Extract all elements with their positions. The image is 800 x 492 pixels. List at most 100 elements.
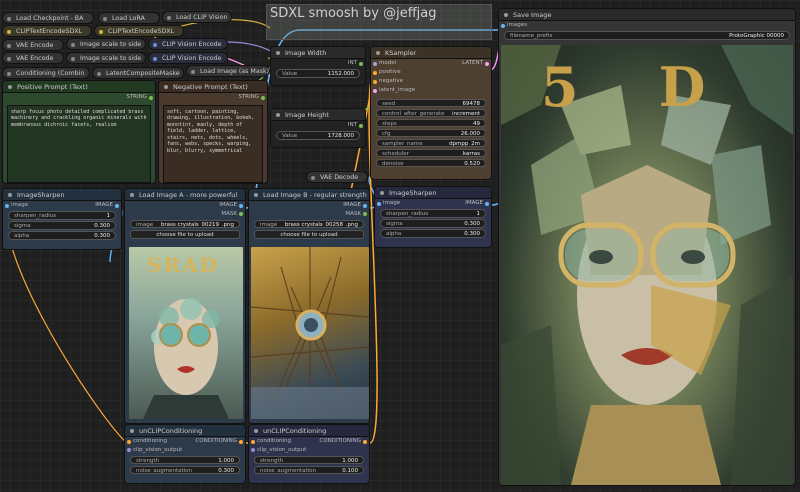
sigma-widget[interactable]: sigma 0.300 bbox=[380, 219, 486, 228]
positive-prompt-node[interactable]: Positive Prompt (Text) STRING sharp focu… bbox=[2, 80, 156, 184]
string-output-label: STRING bbox=[238, 94, 259, 100]
sharpen-radius-widget[interactable]: sharpen_radius 1 bbox=[8, 211, 116, 220]
input-dot[interactable] bbox=[373, 88, 377, 93]
output-label: IMAGE bbox=[343, 202, 361, 208]
widget-value: 0.520 bbox=[464, 160, 480, 167]
input-dot[interactable] bbox=[127, 448, 131, 452]
input-dot[interactable] bbox=[5, 203, 9, 208]
output-dot[interactable] bbox=[239, 439, 243, 444]
load-clip-vision-node[interactable]: Load CLIP Vision bbox=[162, 11, 232, 23]
widget-label: filename_prefix bbox=[510, 33, 553, 39]
unclip-conditioning-node-2[interactable]: unCLIPConditioning conditioning clip_vis… bbox=[248, 424, 370, 484]
image-select-widget[interactable]: image brass crystals_00258_.png bbox=[254, 219, 364, 228]
widget-label: noise_augmentation bbox=[136, 467, 193, 474]
input-label: positive bbox=[379, 69, 401, 75]
clip-vision-encode-node-1[interactable]: CLIP Vision Encode bbox=[148, 38, 228, 50]
save-image-node[interactable]: Save Image images filename_prefix ProtoGr… bbox=[498, 8, 796, 486]
input-dot[interactable] bbox=[501, 23, 505, 28]
input-dot[interactable] bbox=[127, 439, 131, 444]
sigma-widget[interactable]: sigma 0.300 bbox=[8, 221, 116, 230]
image-scale-node-1[interactable]: Image scale to side bbox=[66, 38, 146, 50]
input-dot[interactable] bbox=[377, 201, 381, 206]
image-width-value-widget[interactable]: Value 1152.000 bbox=[276, 69, 360, 78]
clip-text-encode-sdxl-node-1[interactable]: CLIPTextEncodeSDXL bbox=[2, 25, 92, 37]
seed-widget[interactable]: seed 69478 bbox=[376, 98, 486, 107]
widget-value: increment bbox=[452, 110, 480, 117]
output-dot[interactable] bbox=[359, 61, 363, 66]
output-dot[interactable] bbox=[359, 123, 363, 128]
input-dot[interactable] bbox=[373, 79, 377, 84]
sharpen-radius-widget[interactable]: sharpen_radius 1 bbox=[380, 209, 486, 218]
output-dot[interactable] bbox=[239, 212, 243, 216]
output-image-preview[interactable]: 5D bbox=[501, 45, 793, 485]
image-scale-node-2[interactable]: Image scale to side bbox=[66, 52, 146, 64]
clip-text-encode-sdxl-node-2[interactable]: CLIPTextEncodeSDXL bbox=[94, 25, 184, 37]
output-dot[interactable] bbox=[485, 61, 489, 66]
image-width-node[interactable]: Image Width INT Value 1152.000 bbox=[270, 46, 366, 86]
load-image-a-node[interactable]: Load Image A - more powerful IMAGE MASK … bbox=[124, 188, 246, 424]
sampler-name-widget[interactable]: sampler_name dpmpp_2m bbox=[376, 138, 486, 147]
load-checkpoint-node[interactable]: Load Checkpoint - BA bbox=[2, 12, 94, 24]
image-select-widget[interactable]: image brass crystals_00219_.png bbox=[130, 219, 240, 228]
input-dot[interactable] bbox=[373, 61, 377, 66]
vae-encode-node-1[interactable]: VAE Encode bbox=[2, 39, 64, 51]
image-b-preview bbox=[251, 247, 369, 419]
image-sharpen-title: ImageSharpen bbox=[3, 189, 121, 201]
output-dot[interactable] bbox=[261, 95, 265, 100]
output-dot[interactable] bbox=[485, 201, 489, 206]
load-image-b-node[interactable]: Load Image B - regular strength IMAGE MA… bbox=[248, 188, 370, 424]
negative-prompt-node[interactable]: Negative Prompt (Text) STRING soft, cart… bbox=[158, 80, 268, 184]
upload-button[interactable]: choose file to upload bbox=[254, 229, 364, 239]
load-image-b-title: Load Image B - regular strength bbox=[249, 189, 369, 201]
image-height-node[interactable]: Image Height INT Value 1728.000 bbox=[270, 108, 366, 148]
output-dot[interactable] bbox=[115, 203, 119, 208]
conditioning-combine-node[interactable]: Conditioning (Combin bbox=[2, 67, 90, 79]
noise-augmentation-widget[interactable]: noise_augmentation 0.100 bbox=[254, 465, 364, 474]
widget-label: image bbox=[260, 221, 278, 228]
strength-widget[interactable]: strength 1.000 bbox=[254, 455, 364, 464]
upload-button[interactable]: choose file to upload bbox=[130, 229, 240, 239]
load-lora-node[interactable]: Load LoRA bbox=[98, 12, 160, 24]
widget-value: 1728.000 bbox=[327, 133, 354, 139]
unclip-conditioning-node-1[interactable]: unCLIPConditioning conditioning clip_vis… bbox=[124, 424, 246, 484]
steps-widget[interactable]: steps 49 bbox=[376, 118, 486, 127]
workflow-title: SDXL smoosh by @jeffjag bbox=[270, 6, 437, 21]
scheduler-widget[interactable]: scheduler karras bbox=[376, 148, 486, 157]
widget-value: 0.300 bbox=[218, 467, 234, 474]
ksampler-node[interactable]: KSampler model positive negative latent_… bbox=[370, 46, 492, 180]
denoise-widget[interactable]: denoise 0.520 bbox=[376, 158, 486, 167]
image-sharpen-node-1[interactable]: ImageSharpen image IMAGE sharpen_radius 1… bbox=[2, 188, 122, 250]
vae-decode-node[interactable]: VAE Decode bbox=[306, 171, 368, 183]
output-label: CONDITIONING bbox=[195, 438, 237, 444]
input-dot[interactable] bbox=[251, 439, 255, 444]
control-after-generate-widget[interactable]: control_after_generate increment bbox=[376, 108, 486, 117]
widget-value: 69478 bbox=[462, 100, 481, 107]
vae-encode-node-2[interactable]: VAE Encode bbox=[2, 52, 64, 64]
noise-augmentation-widget[interactable]: noise_augmentation 0.300 bbox=[130, 465, 240, 474]
clip-vision-encode-node-2[interactable]: CLIP Vision Encode bbox=[148, 52, 228, 64]
load-image-mask-node[interactable]: Load Image (as Mask) bbox=[186, 65, 270, 77]
alpha-widget[interactable]: alpha 0.300 bbox=[380, 229, 486, 238]
widget-label: alpha bbox=[386, 231, 402, 237]
widget-label: seed bbox=[382, 100, 396, 107]
input-dot[interactable] bbox=[373, 70, 377, 75]
output-dot[interactable] bbox=[363, 203, 367, 208]
strength-widget[interactable]: strength 1.000 bbox=[130, 455, 240, 464]
image-height-value-widget[interactable]: Value 1728.000 bbox=[276, 131, 360, 140]
widget-label: cfg bbox=[382, 130, 391, 137]
input-dot[interactable] bbox=[251, 448, 255, 452]
alpha-widget[interactable]: alpha 0.300 bbox=[8, 231, 116, 240]
widget-label: strength bbox=[136, 457, 160, 464]
cfg-widget[interactable]: cfg 26.000 bbox=[376, 128, 486, 137]
positive-prompt-textarea[interactable]: sharp focus photo detailed complicated b… bbox=[7, 104, 151, 183]
output-dot[interactable] bbox=[363, 439, 367, 444]
widget-value: ProtoGraphic 00000 bbox=[729, 33, 784, 39]
filename-prefix-widget[interactable]: filename_prefix ProtoGraphic 00000 bbox=[504, 31, 790, 40]
image-sharpen-node-2[interactable]: ImageSharpen image IMAGE sharpen_radius 1… bbox=[374, 186, 492, 248]
latent-composite-node[interactable]: LatentCompositeMaske bbox=[92, 67, 184, 79]
output-dot[interactable] bbox=[149, 95, 153, 100]
negative-prompt-textarea[interactable]: soft, cartoon, painting, drawing, illust… bbox=[163, 104, 263, 183]
output-dot[interactable] bbox=[363, 212, 367, 216]
input-label: conditioning bbox=[257, 438, 291, 444]
output-dot[interactable] bbox=[239, 203, 243, 208]
